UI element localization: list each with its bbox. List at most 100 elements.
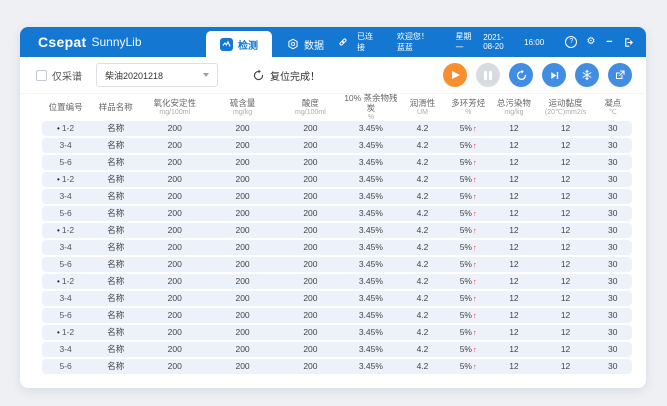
export-button[interactable] xyxy=(608,63,632,87)
cell-residue: 3.45% xyxy=(343,157,399,167)
column-header-7: 多环芳烃% xyxy=(446,99,490,117)
cell-residue: 3.45% xyxy=(343,361,399,371)
cell-sample-name: 名称 xyxy=(89,258,142,270)
spectrum-only-label: 仅采谱 xyxy=(52,68,82,83)
cell-residue: 3.45% xyxy=(343,242,399,252)
table-row[interactable]: 3-4名称2002002003.45%4.25%↑121230 xyxy=(42,189,632,204)
cell-lubricity: 4.2 xyxy=(399,259,446,269)
pause-button xyxy=(476,63,500,87)
active-row-bullet: • xyxy=(57,124,60,133)
table-row[interactable]: 5-6名称2002002003.45%4.25%↑121230 xyxy=(42,155,632,170)
cell-residue: 3.45% xyxy=(343,276,399,286)
cell-oxidation: 200 xyxy=(142,361,207,371)
cell-position: 3-4 xyxy=(42,191,89,201)
table-row[interactable]: •1-2名称2002002003.45%4.25%↑121230 xyxy=(42,223,632,238)
cell-freezing: 30 xyxy=(594,242,632,252)
reset-status-group[interactable]: 复位完成！ xyxy=(252,68,320,83)
column-header-6: 润滑性UM xyxy=(399,99,446,117)
cell-pah: 5%↑ xyxy=(446,157,490,167)
time-label: 16:00 xyxy=(524,38,544,47)
cell-sulfur: 200 xyxy=(207,225,278,235)
table-row[interactable]: 3-4名称2002002003.45%4.25%↑121230 xyxy=(42,291,632,306)
skip-next-icon xyxy=(549,70,560,81)
cell-viscosity: 12 xyxy=(538,242,594,252)
cell-freezing: 30 xyxy=(594,259,632,269)
cell-acidity: 200 xyxy=(278,344,343,354)
sample-type-value: 柴油20201218 xyxy=(105,69,163,82)
cell-acidity: 200 xyxy=(278,208,343,218)
welcome-text: 欢迎您！蓝蓝 xyxy=(397,31,434,53)
help-icon[interactable]: ? xyxy=(565,36,577,48)
cell-pah: 5%↑ xyxy=(446,361,490,371)
freeze-icon xyxy=(581,69,593,81)
cell-acidity: 200 xyxy=(278,157,343,167)
cell-freezing: 30 xyxy=(594,140,632,150)
spectrum-only-checkbox[interactable] xyxy=(36,70,47,81)
cell-freezing: 30 xyxy=(594,344,632,354)
table-row[interactable]: 3-4名称2002002003.45%4.25%↑121230 xyxy=(42,342,632,357)
cell-position: 5-6 xyxy=(42,208,89,218)
table-row[interactable]: 5-6名称2002002003.45%4.25%↑121230 xyxy=(42,257,632,272)
reset-status-text: 复位完成！ xyxy=(270,68,320,83)
cell-acidity: 200 xyxy=(278,123,343,133)
action-buttons xyxy=(443,63,632,87)
cell-position: •1-2 xyxy=(42,327,89,337)
cell-lubricity: 4.2 xyxy=(399,191,446,201)
cell-sulfur: 200 xyxy=(207,208,278,218)
minimize-icon[interactable]: − xyxy=(605,36,614,48)
cell-sample-name: 名称 xyxy=(89,241,142,253)
over-limit-arrow-icon: ↑ xyxy=(473,192,477,201)
over-limit-arrow-icon: ↑ xyxy=(473,345,477,354)
settings-gear-icon[interactable]: ⚙ xyxy=(586,36,595,48)
table-row[interactable]: 3-4名称2002002003.45%4.25%↑121230 xyxy=(42,240,632,255)
cell-viscosity: 12 xyxy=(538,140,594,150)
app-logo: Csepat SunnyLib xyxy=(20,27,206,57)
sample-type-select[interactable]: 柴油20201218 xyxy=(96,63,218,87)
skip-next-button[interactable] xyxy=(542,63,566,87)
table-row[interactable]: •1-2名称2002002003.45%4.25%↑121230 xyxy=(42,121,632,136)
cell-oxidation: 200 xyxy=(142,157,207,167)
cell-position: •1-2 xyxy=(42,276,89,286)
play-button[interactable] xyxy=(443,63,467,87)
sync-button[interactable] xyxy=(509,63,533,87)
table-row[interactable]: •1-2名称2002002003.45%4.25%↑121230 xyxy=(42,172,632,187)
table-row[interactable]: •1-2名称2002002003.45%4.25%↑121230 xyxy=(42,274,632,289)
table-row[interactable]: 5-6名称2002002003.45%4.25%↑121230 xyxy=(42,206,632,221)
app-header: Csepat SunnyLib 检测数据 已连接 欢迎您！蓝蓝 星期一 2021… xyxy=(20,27,646,57)
cell-freezing: 30 xyxy=(594,191,632,201)
tab-data[interactable]: 数据 xyxy=(272,31,338,57)
cell-sample-name: 名称 xyxy=(89,173,142,185)
cell-sample-name: 名称 xyxy=(89,122,142,134)
cell-pah: 5%↑ xyxy=(446,259,490,269)
cell-lubricity: 4.2 xyxy=(399,208,446,218)
table-row[interactable]: 3-4名称2002002003.45%4.25%↑121230 xyxy=(42,138,632,153)
column-header-9: 运动黏度(20℃)mm2/s xyxy=(538,99,594,117)
cell-pah: 5%↑ xyxy=(446,225,490,235)
tab-detect[interactable]: 检测 xyxy=(206,31,272,57)
table-row[interactable]: 5-6名称2002002003.45%4.25%↑121230 xyxy=(42,308,632,323)
cell-lubricity: 4.2 xyxy=(399,310,446,320)
cell-position: 5-6 xyxy=(42,310,89,320)
cell-residue: 3.45% xyxy=(343,344,399,354)
cell-pah: 5%↑ xyxy=(446,174,490,184)
cell-acidity: 200 xyxy=(278,310,343,320)
over-limit-arrow-icon: ↑ xyxy=(473,226,477,235)
cell-lubricity: 4.2 xyxy=(399,344,446,354)
cell-viscosity: 12 xyxy=(538,344,594,354)
cell-lubricity: 4.2 xyxy=(399,276,446,286)
main-card: Csepat SunnyLib 检测数据 已连接 欢迎您！蓝蓝 星期一 2021… xyxy=(20,27,646,388)
cell-sulfur: 200 xyxy=(207,276,278,286)
cell-residue: 3.45% xyxy=(343,225,399,235)
cell-sulfur: 200 xyxy=(207,259,278,269)
cell-lubricity: 4.2 xyxy=(399,225,446,235)
column-header-5: 10% 蒸余物残炭% xyxy=(343,94,399,122)
cell-sample-name: 名称 xyxy=(89,139,142,151)
table-header: 位置编号样品名称氧化安定性mg/100ml硫含量mg/kg酸度mg/100ml1… xyxy=(20,94,646,120)
table-row[interactable]: •1-2名称2002002003.45%4.25%↑121230 xyxy=(42,325,632,340)
exit-icon[interactable] xyxy=(623,36,634,48)
freeze-button[interactable] xyxy=(575,63,599,87)
cell-sulfur: 200 xyxy=(207,293,278,303)
table-row[interactable]: 5-6名称2002002003.45%4.25%↑121230 xyxy=(42,359,632,374)
cell-freezing: 30 xyxy=(594,208,632,218)
cell-viscosity: 12 xyxy=(538,208,594,218)
